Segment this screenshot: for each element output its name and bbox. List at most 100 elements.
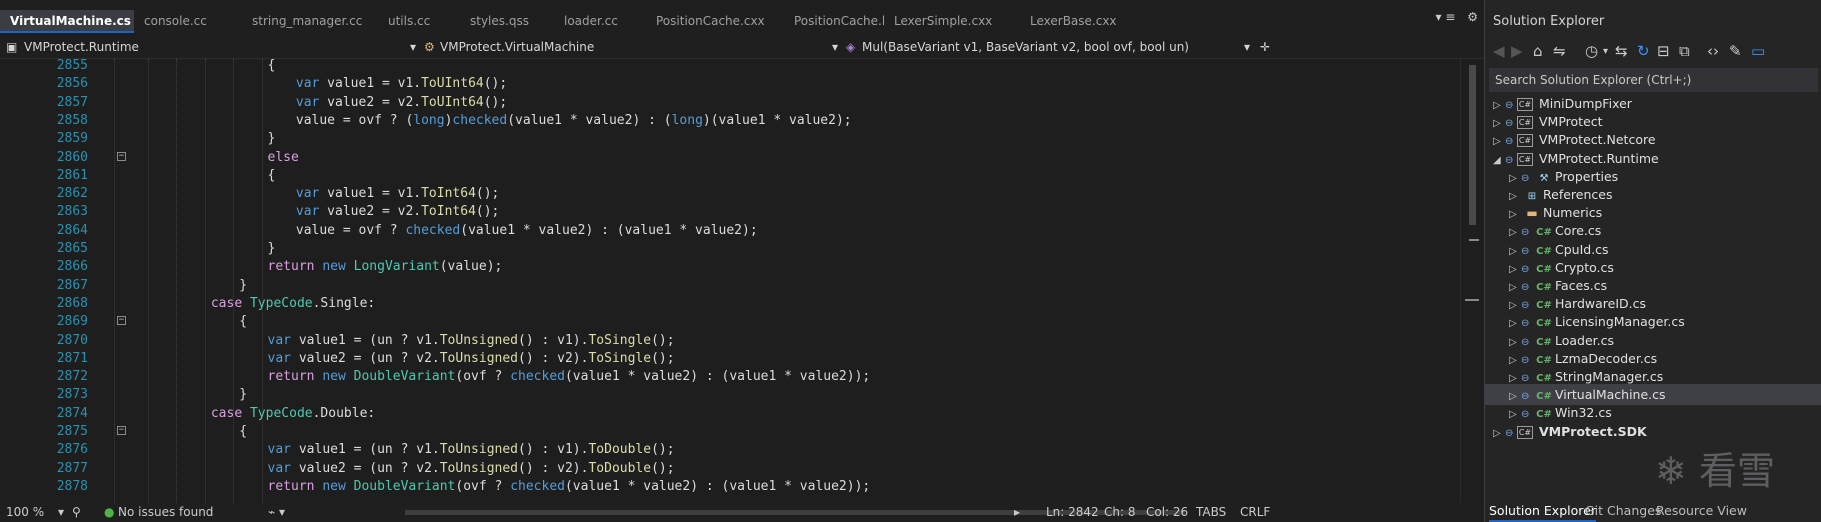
- column-status[interactable]: Col: 26: [1146, 503, 1188, 522]
- solution-tree: ▷ ⊖ C# MiniDumpFixer ▷ ⊖ C# VMProtect ▷ ⊖ C# VMProt…: [1485, 93, 1821, 488]
- scrollbar-thumb[interactable]: [1469, 65, 1476, 225]
- home-icon[interactable]: ⌂: [1533, 42, 1543, 60]
- scroll-right-icon[interactable]: ▸: [1014, 503, 1020, 522]
- tab-0[interactable]: VirtualMachine.cs⊣×: [0, 10, 134, 33]
- watermark-logo: ❄ 看雪: [1655, 449, 1775, 493]
- zoom-level[interactable]: 100 %: [6, 503, 44, 522]
- tab-label: styles.qss: [470, 14, 529, 28]
- method-icon: ◈: [846, 40, 856, 54]
- tree-item-label: Core.cs: [1555, 223, 1602, 239]
- show-all-files-icon[interactable]: ⧉: [1679, 42, 1690, 60]
- navigation-bar: ▣ VMProtect.Runtime ▾ ⚙ VMProtect.Virtua…: [0, 36, 1484, 59]
- settings-gear-icon[interactable]: ⚙: [1467, 10, 1478, 24]
- properties-wrench-icon[interactable]: ✎: [1729, 42, 1742, 60]
- refresh-icon[interactable]: ↻: [1637, 42, 1650, 60]
- class-dropdown[interactable]: VMProtect.VirtualMachine: [440, 36, 594, 58]
- intellicode-icon: ⚲: [72, 505, 81, 519]
- snowflake-icon: ❄: [1655, 449, 1687, 493]
- csharp-project-icon: C#: [1517, 152, 1533, 166]
- code-editor: VirtualMachine.cs⊣× console.cc string_mana…: [0, 0, 1485, 522]
- line-number-status[interactable]: Ln: 2842: [1046, 503, 1099, 522]
- collapsed-caret-icon[interactable]: ▷: [1493, 423, 1505, 444]
- panel-tab-bar: Solution Explorer Git Changes Resource Vie…: [1485, 499, 1821, 522]
- code-text: return new DoubleVariant(ovf ? checked(v…: [267, 478, 871, 494]
- vertical-scrollbar[interactable]: [1460, 59, 1485, 503]
- collapse-icon[interactable]: −: [117, 316, 126, 326]
- code-area[interactable]: 2855{2856 var value1 = v1.ToUInt64(); 2857…: [0, 59, 1460, 503]
- forward-icon[interactable]: ▶: [1511, 42, 1523, 60]
- tab-4[interactable]: styles.qss: [460, 10, 554, 33]
- tabs-status[interactable]: TABS: [1196, 503, 1226, 522]
- tree-item-label: Numerics: [1543, 205, 1603, 221]
- member-dropdown[interactable]: Mul(BaseVariant v1, BaseVariant v2, bool…: [862, 36, 1189, 58]
- chevron-down-icon[interactable]: ▾: [1603, 46, 1608, 57]
- tree-item[interactable]: ▷ ⊖ C# VMProtect.SDK: [1493, 421, 1647, 442]
- back-icon[interactable]: ◀: [1493, 42, 1505, 60]
- tab-5[interactable]: loader.cc: [554, 10, 646, 33]
- tab-6[interactable]: PositionCache.cxx: [646, 10, 784, 33]
- pending-changes-filter-icon[interactable]: ◷: [1585, 42, 1598, 60]
- tab-label: console.cc: [144, 14, 207, 28]
- collapse-icon[interactable]: −: [117, 426, 126, 435]
- tree-item-label: VMProtect.Runtime: [1539, 150, 1659, 166]
- tree-item-label: LzmaDecoder.cs: [1555, 350, 1658, 366]
- project-dropdown[interactable]: VMProtect.Runtime: [24, 36, 139, 58]
- tab-overflow-controls[interactable]: ▾ ≡ ⚙: [1436, 10, 1479, 24]
- view-code-icon[interactable]: ‹›: [1707, 42, 1719, 60]
- tab-1[interactable]: console.cc: [134, 10, 242, 33]
- csharp-project-icon: C#: [1517, 425, 1533, 439]
- collapse-icon[interactable]: −: [117, 151, 126, 161]
- collapse-all-icon[interactable]: ⊟: [1657, 42, 1670, 60]
- tab-label: VirtualMachine.cs: [10, 14, 131, 28]
- chevron-down-icon[interactable]: ▾: [1244, 36, 1250, 58]
- tab-label: PositionCache.cxx: [656, 14, 765, 28]
- tab-label: LexerBase.cxx: [1030, 14, 1117, 28]
- sync-icon[interactable]: ⇆: [1615, 42, 1628, 60]
- tab-label: utils.cc: [388, 14, 431, 28]
- split-editor-icon[interactable]: ✛: [1260, 36, 1270, 58]
- tab-9[interactable]: LexerBase.cxx: [1020, 10, 1128, 33]
- csharp-project-icon: C#: [1517, 98, 1533, 111]
- solution-explorer-toolbar: ◀ ▶ ⌂ ⇋ ◷ ▾ ⇆ ↻ ⊟ ⧉ ‹› ✎ ▭: [1485, 38, 1821, 66]
- code-line[interactable]: 2878 return new DoubleVariant(ovf ? check…: [0, 476, 1460, 497]
- scroll-caret-marker: [1465, 299, 1479, 301]
- preview-icon[interactable]: ▭: [1751, 42, 1765, 60]
- panel-tab-2[interactable]: Resource View: [1656, 499, 1747, 522]
- panel-tab-0[interactable]: Solution Explorer: [1489, 499, 1596, 522]
- line-number: 2878: [56, 478, 88, 494]
- char-status[interactable]: Ch: 8: [1104, 503, 1135, 522]
- eol-status[interactable]: CRLF: [1240, 503, 1270, 522]
- search-input[interactable]: Search Solution Explorer (Ctrl+;): [1489, 68, 1818, 92]
- chevron-down-icon[interactable]: ▾: [832, 36, 838, 58]
- panel-tab-1[interactable]: Git Changes: [1585, 499, 1661, 522]
- tree-item-label: HardwareID.cs: [1555, 296, 1647, 312]
- tree-item-label: Loader.cs: [1555, 332, 1615, 348]
- tree-item-label: MiniDumpFixer: [1539, 96, 1632, 111]
- tab-3[interactable]: utils.cc: [378, 10, 460, 33]
- editor-status-bar: 100 % ▾ ⚲ ● No issues found ⌁ ▾ ▸ Ln: 28…: [0, 503, 1484, 522]
- chevron-down-icon[interactable]: ▾: [410, 36, 416, 58]
- issues-status[interactable]: No issues found: [118, 503, 213, 522]
- tree-item-label: References: [1543, 187, 1613, 202]
- check-icon: ●: [104, 505, 115, 519]
- tree-item-label: VMProtect.SDK: [1539, 423, 1647, 439]
- document-tab-bar: VirtualMachine.cs⊣× console.cc string_mana…: [0, 10, 1484, 33]
- tree-item-label: Crypto.cs: [1555, 259, 1614, 275]
- tab-8[interactable]: LexerSimple.cxx: [884, 10, 1020, 33]
- switch-views-icon[interactable]: ⇋: [1553, 42, 1566, 60]
- tree-item-label: CpuId.cs: [1555, 241, 1609, 257]
- panel-title: Solution Explorer: [1493, 14, 1605, 29]
- tab-label: PositionCache.h: [794, 14, 884, 28]
- zoom-dropdown-icon[interactable]: ▾: [58, 503, 64, 522]
- project-nav-icon: ▣: [6, 40, 18, 54]
- tree-item-label: VMProtect.Netcore: [1539, 132, 1656, 148]
- brush-icon[interactable]: ⌁ ▾: [268, 503, 285, 522]
- tab-2[interactable]: string_manager.cc: [242, 10, 378, 33]
- expanded-caret-icon[interactable]: ◢: [1493, 150, 1505, 171]
- tab-list-dropdown-icon[interactable]: ▾ ≡: [1436, 10, 1456, 24]
- tree-item-label: StringManager.cs: [1555, 369, 1664, 384]
- tree-item-label: Win32.cs: [1555, 405, 1612, 421]
- tree-item-label: VirtualMachine.cs: [1555, 387, 1666, 403]
- tab-7[interactable]: PositionCache.h: [784, 10, 884, 33]
- tab-label: LexerSimple.cxx: [894, 14, 993, 28]
